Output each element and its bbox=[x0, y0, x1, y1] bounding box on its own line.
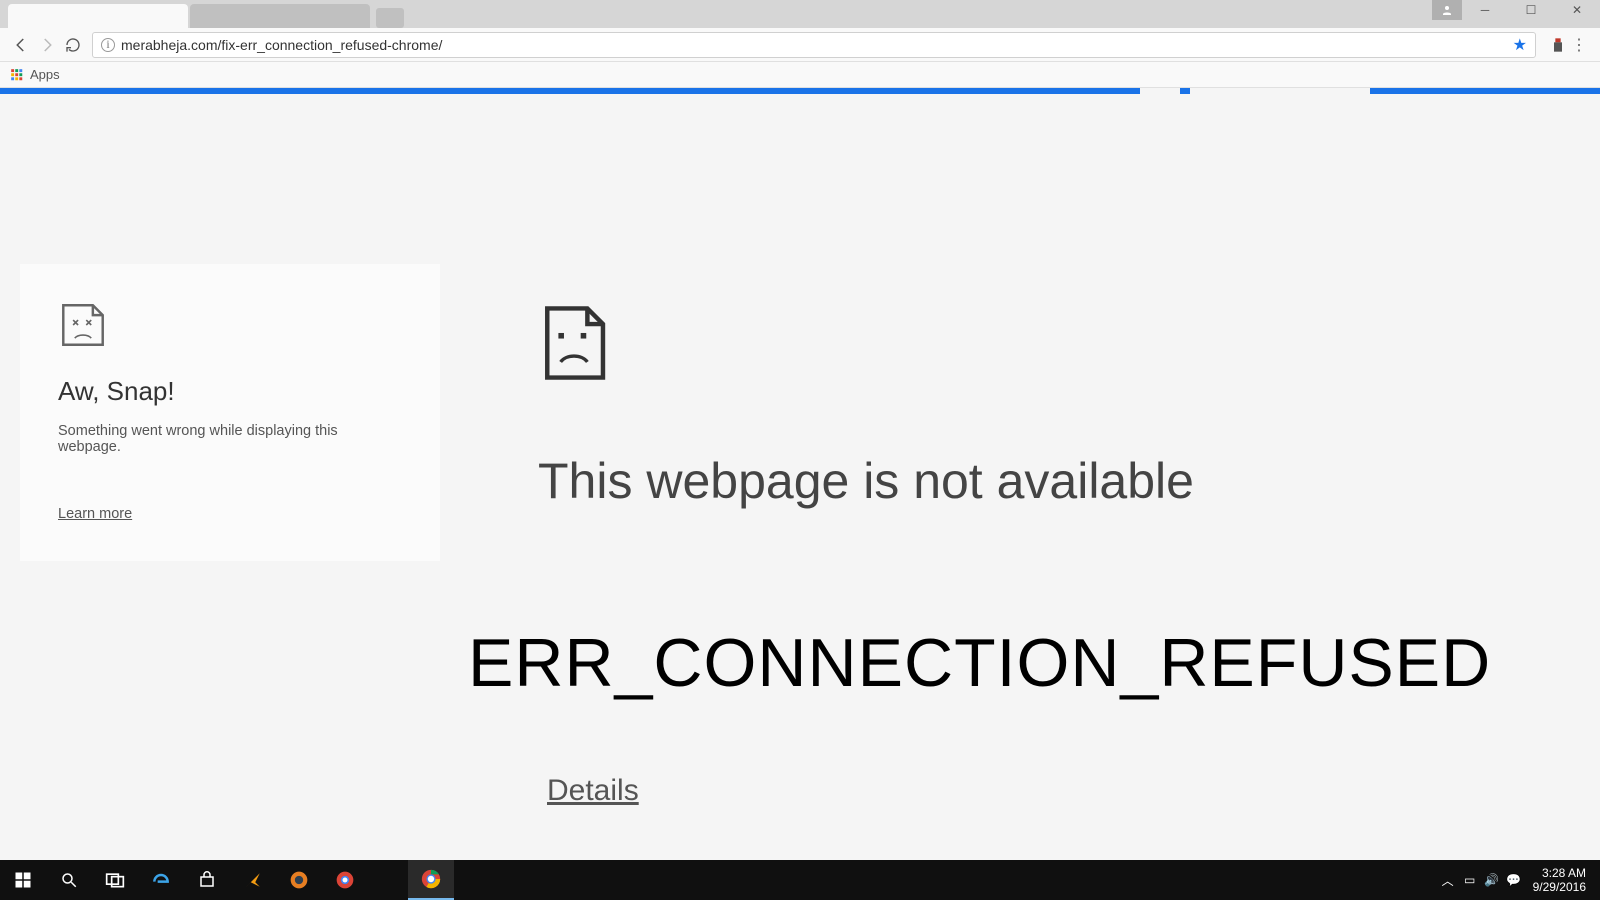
clock-time: 3:28 AM bbox=[1533, 866, 1586, 880]
bookmark-star-icon[interactable]: ★ bbox=[1513, 35, 1527, 55]
tray-volume-icon[interactable]: 🔊 bbox=[1481, 873, 1503, 887]
tray-notifications-icon[interactable]: 💬 bbox=[1503, 873, 1525, 887]
aw-snap-card: Aw, Snap! Something went wrong while dis… bbox=[20, 264, 440, 561]
taskbar-edge-icon[interactable] bbox=[138, 860, 184, 900]
start-button[interactable] bbox=[0, 860, 46, 900]
main-error-block: This webpage is not available bbox=[480, 304, 1194, 510]
back-button[interactable] bbox=[8, 32, 34, 58]
clock-date: 9/29/2016 bbox=[1533, 880, 1586, 894]
window-minimize-button[interactable]: ─ bbox=[1462, 0, 1508, 20]
system-tray: ︿ ▭ 🔊 💬 3:28 AM 9/29/2016 bbox=[1437, 866, 1600, 895]
error-code: ERR_CONNECTION_REFUSED bbox=[468, 624, 1491, 702]
window-close-button[interactable]: ✕ bbox=[1554, 0, 1600, 20]
taskbar-app-icon-1[interactable] bbox=[230, 860, 276, 900]
aw-snap-title: Aw, Snap! bbox=[58, 376, 402, 407]
taskbar-firefox-icon[interactable] bbox=[276, 860, 322, 900]
apps-label[interactable]: Apps bbox=[30, 67, 60, 82]
window-maximize-button[interactable]: ☐ bbox=[1508, 0, 1554, 20]
page-content: Aw, Snap! Something went wrong while dis… bbox=[0, 94, 1600, 874]
sad-document-icon bbox=[58, 302, 402, 348]
error-heading: This webpage is not available bbox=[538, 452, 1194, 510]
search-button[interactable] bbox=[46, 860, 92, 900]
browser-tab-active[interactable] bbox=[8, 4, 188, 28]
learn-more-link[interactable]: Learn more bbox=[58, 506, 132, 522]
extension-icon[interactable] bbox=[1550, 37, 1566, 53]
taskbar-chrome-icon[interactable] bbox=[322, 860, 368, 900]
reload-button[interactable] bbox=[60, 32, 86, 58]
details-link[interactable]: Details bbox=[547, 774, 639, 808]
browser-tab-inactive[interactable] bbox=[190, 4, 370, 28]
bookmarks-bar: Apps bbox=[0, 62, 1600, 88]
aw-snap-message: Something went wrong while displaying th… bbox=[58, 423, 402, 455]
windows-taskbar: ︿ ▭ 🔊 💬 3:28 AM 9/29/2016 bbox=[0, 860, 1600, 900]
site-info-icon[interactable]: i bbox=[101, 38, 115, 52]
address-bar[interactable]: i merabheja.com/fix-err_connection_refus… bbox=[92, 32, 1536, 58]
apps-icon[interactable] bbox=[10, 68, 24, 82]
browser-toolbar: i merabheja.com/fix-err_connection_refus… bbox=[0, 28, 1600, 62]
taskbar-chrome-icon-active[interactable] bbox=[408, 860, 454, 900]
sad-document-icon-large bbox=[540, 304, 1194, 382]
taskbar-clock[interactable]: 3:28 AM 9/29/2016 bbox=[1525, 866, 1594, 895]
new-tab-button[interactable] bbox=[376, 8, 404, 28]
tray-battery-icon[interactable]: ▭ bbox=[1459, 873, 1481, 887]
profile-icon[interactable] bbox=[1432, 0, 1462, 20]
forward-button[interactable] bbox=[34, 32, 60, 58]
tray-overflow-icon[interactable]: ︿ bbox=[1437, 872, 1459, 889]
url-text: merabheja.com/fix-err_connection_refused… bbox=[121, 37, 442, 53]
browser-tab-strip bbox=[0, 0, 1600, 28]
chrome-menu-button[interactable]: ⋮ bbox=[1566, 35, 1592, 55]
taskbar-store-icon[interactable] bbox=[184, 860, 230, 900]
task-view-button[interactable] bbox=[92, 860, 138, 900]
